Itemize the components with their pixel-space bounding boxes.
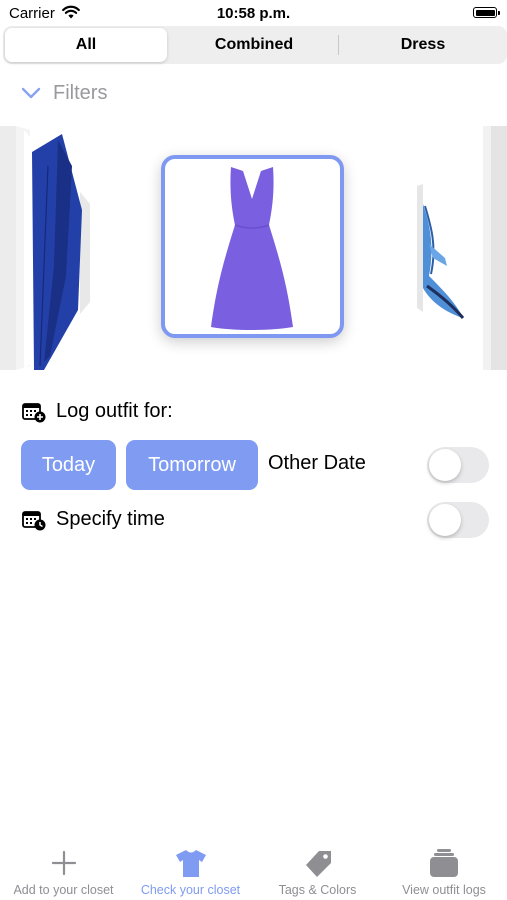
carousel-item-shoe[interactable] [405, 126, 507, 370]
specify-time-row: Specify time [22, 508, 165, 531]
outfit-carousel[interactable] [0, 126, 507, 370]
chevron-down-icon [21, 87, 41, 99]
segment-combined[interactable]: Combined [171, 28, 337, 62]
tab-tags-colors[interactable]: Tags & Colors [254, 835, 381, 900]
tab-check-closet[interactable]: Check your closet [127, 835, 254, 900]
calendar-clock-icon [22, 510, 46, 530]
battery-icon [473, 7, 500, 18]
specify-time-label: Specify time [56, 508, 165, 530]
filters-toggle[interactable]: Filters [20, 80, 107, 106]
log-outfit-label: Log outfit for: [56, 400, 173, 422]
carousel-item-dress[interactable] [161, 155, 344, 338]
tab-bar: Add to your closet Check your closet Tag… [0, 835, 507, 900]
tab-label: View outfit logs [402, 883, 486, 897]
carousel-item-jeans[interactable] [0, 126, 98, 370]
calendar-add-icon [22, 402, 46, 422]
tab-label: Check your closet [140, 883, 241, 897]
segment-all[interactable]: All [5, 28, 167, 62]
other-date-toggle[interactable] [427, 447, 489, 483]
today-button[interactable]: Today [21, 440, 116, 490]
toggle-knob [429, 504, 461, 536]
filters-label: Filters [53, 81, 108, 104]
tomorrow-button[interactable]: Tomorrow [126, 440, 258, 490]
category-segmented-control: All Combined Dress [3, 26, 507, 64]
tab-label: Tags & Colors [278, 883, 357, 897]
tab-label: Add to your closet [13, 883, 114, 897]
plus-icon [51, 850, 76, 876]
dress-image [211, 167, 293, 330]
tab-add-to-closet[interactable]: Add to your closet [0, 835, 127, 900]
other-date-label: Other Date [268, 452, 366, 474]
status-bar: Carrier 10:58 p.m. [0, 0, 507, 28]
log-outfit-row: Log outfit for: [22, 400, 173, 423]
stack-icon [430, 849, 458, 877]
tag-icon [305, 851, 331, 877]
specify-time-toggle[interactable] [427, 502, 489, 538]
toggle-knob [429, 449, 461, 481]
status-time: 10:58 p.m. [216, 5, 291, 22]
tab-view-outfit-logs[interactable]: View outfit logs [381, 835, 507, 900]
segment-dress[interactable]: Dress [339, 28, 507, 62]
tshirt-icon [175, 850, 206, 877]
